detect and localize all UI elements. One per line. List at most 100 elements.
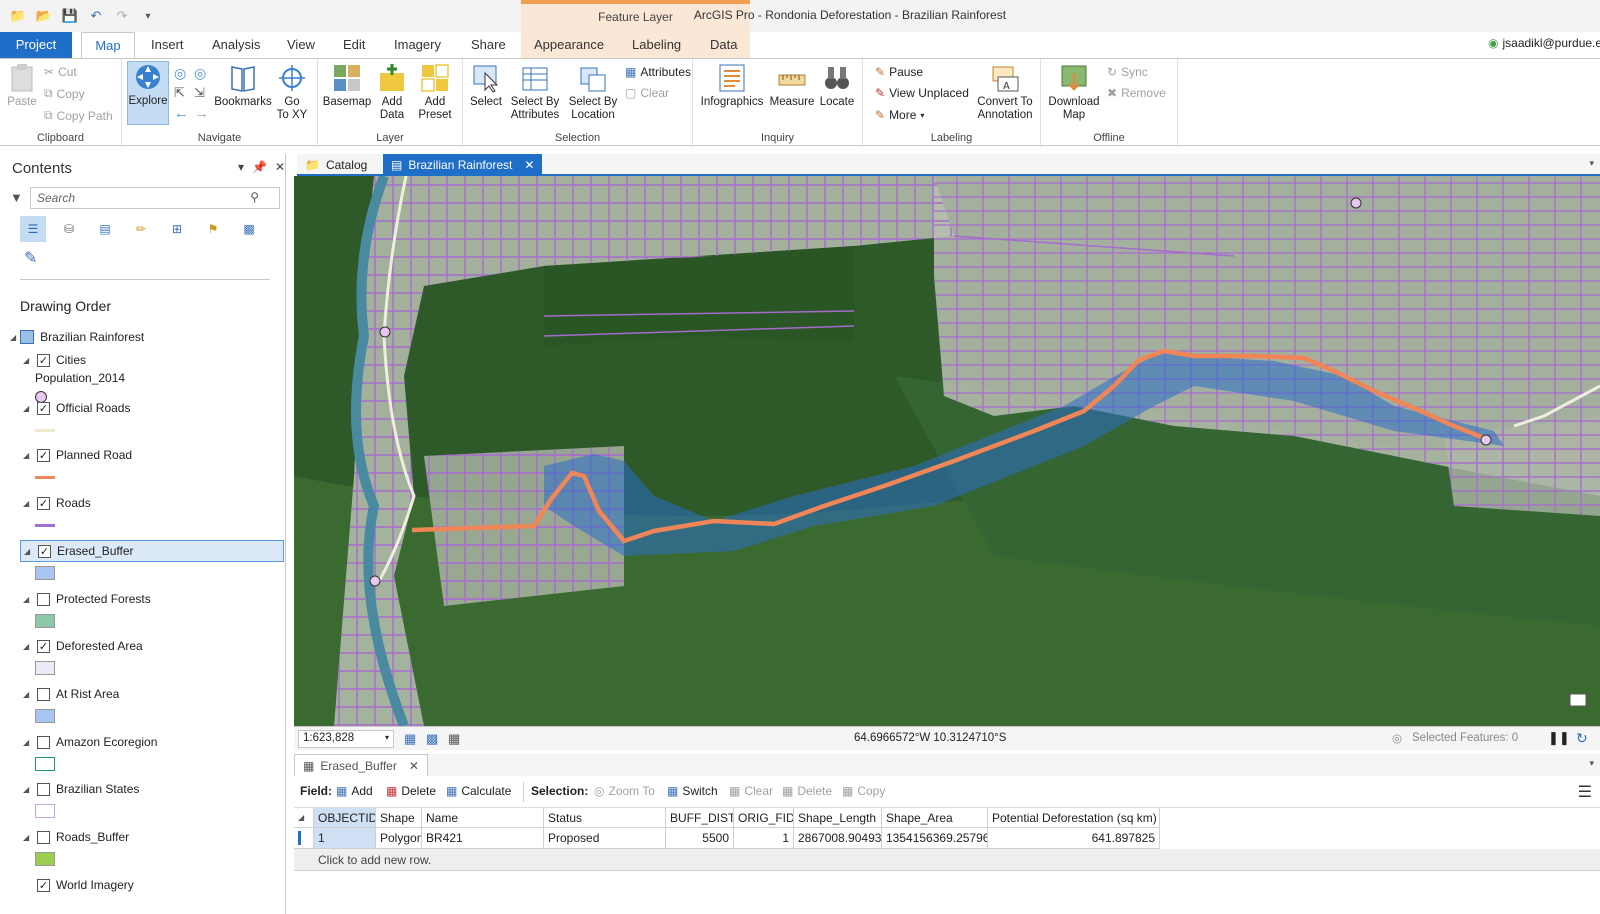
- layer-visibility-checkbox[interactable]: [37, 782, 50, 796]
- layer-row[interactable]: ◢ At Rist Area: [0, 683, 286, 705]
- tab-insert[interactable]: Insert: [141, 32, 194, 58]
- pin-icon[interactable]: 📌: [252, 160, 267, 174]
- layer-symbol[interactable]: [35, 429, 55, 432]
- filter-icon[interactable]: ▼: [10, 190, 23, 205]
- infographics-button[interactable]: Infographics: [699, 63, 765, 109]
- column-header-name[interactable]: Name: [422, 808, 544, 828]
- column-header-potential-deforestation[interactable]: Potential Deforestation (sq km): [988, 808, 1160, 828]
- table-cell[interactable]: 1354156369.257969: [882, 828, 988, 849]
- selection-view-icon[interactable]: ▤: [92, 216, 118, 242]
- grid-tool-icon[interactable]: ▦: [404, 731, 416, 747]
- layer-visibility-checkbox[interactable]: ✓: [38, 544, 51, 558]
- layer-visibility-checkbox[interactable]: ✓: [37, 401, 50, 415]
- layer-visibility-checkbox[interactable]: ✓: [37, 448, 50, 462]
- tab-labeling[interactable]: Labeling: [622, 32, 691, 58]
- undo-icon[interactable]: ↶: [86, 6, 106, 26]
- data-source-icon[interactable]: ⛁: [56, 216, 82, 242]
- tab-share[interactable]: Share: [461, 32, 516, 58]
- grid-tool-icon[interactable]: ▦: [448, 731, 460, 747]
- user-account[interactable]: ◉ jsaadikl@purdue.e: [1488, 36, 1600, 50]
- column-header-status[interactable]: Status: [544, 808, 666, 828]
- tab-imagery[interactable]: Imagery: [384, 32, 451, 58]
- layer-row[interactable]: ◢ ✓ Erased_Buffer: [20, 540, 284, 562]
- paste-button[interactable]: Paste: [4, 63, 40, 109]
- zoom-to-button[interactable]: ◎ Zoom To: [594, 784, 655, 798]
- tab-list-chevron-icon[interactable]: ▾: [1589, 158, 1594, 169]
- expand-triangle-icon[interactable]: ◢: [23, 499, 33, 508]
- customize-qat-icon[interactable]: ▾: [138, 6, 158, 26]
- expand-triangle-icon[interactable]: ◢: [24, 547, 34, 556]
- tab-project[interactable]: Project: [0, 32, 72, 58]
- drawing-order-icon[interactable]: ☰: [20, 216, 46, 242]
- add-new-row[interactable]: Click to add new row.: [294, 849, 1600, 871]
- convert-to-annotation-button[interactable]: A Convert To Annotation: [973, 63, 1037, 122]
- remove-button[interactable]: ✖ Remove: [1107, 86, 1166, 100]
- tab-appearance[interactable]: Appearance: [524, 32, 614, 58]
- contents-search-input[interactable]: Search ⚲: [30, 187, 280, 209]
- column-header-shape-area[interactable]: Shape_Area: [882, 808, 988, 828]
- expand-triangle-icon[interactable]: ◢: [23, 356, 33, 365]
- tab-list-chevron-icon[interactable]: ▾: [1589, 758, 1594, 769]
- download-map-button[interactable]: Download Map: [1045, 63, 1103, 122]
- switch-selection-button[interactable]: ▦ Switch: [667, 784, 718, 798]
- layer-row[interactable]: ◢ Brazilian States: [0, 778, 286, 800]
- delete-selection-button[interactable]: ▦ Delete: [782, 784, 832, 798]
- layer-row[interactable]: ◢ Protected Forests: [0, 588, 286, 610]
- expand-triangle-icon[interactable]: ◢: [23, 404, 33, 413]
- expand-triangle-icon[interactable]: ◢: [23, 595, 33, 604]
- table-cell[interactable]: BR421: [422, 828, 544, 849]
- layer-visibility-checkbox[interactable]: ✓: [37, 639, 50, 653]
- expand-triangle-icon[interactable]: ◢: [23, 738, 33, 747]
- select-all-corner[interactable]: ◢: [294, 808, 314, 828]
- layer-visibility-checkbox[interactable]: ✓: [37, 496, 50, 510]
- tab-erased-buffer-table[interactable]: ▦ Erased_Buffer ✕: [294, 754, 428, 776]
- bookmarks-button[interactable]: Bookmarks: [214, 63, 272, 109]
- expand-triangle-icon[interactable]: ◢: [23, 785, 33, 794]
- layer-symbol[interactable]: [35, 757, 55, 771]
- layer-visibility-checkbox[interactable]: [37, 735, 50, 749]
- layer-row[interactable]: ◢ ✓ Cities: [0, 349, 286, 371]
- table-cell[interactable]: 1: [734, 828, 794, 849]
- measure-button[interactable]: Measure: [767, 63, 817, 109]
- tab-brazilian-rainforest[interactable]: ▤ Brazilian Rainforest ✕: [383, 154, 543, 176]
- labeling-view-icon[interactable]: ⚑: [200, 216, 226, 242]
- perspective-imagery-icon[interactable]: ✎: [24, 248, 46, 270]
- search-icon[interactable]: ⚲: [250, 190, 259, 204]
- table-cell[interactable]: 1: [314, 828, 376, 849]
- editing-view-icon[interactable]: ✏: [128, 216, 154, 242]
- fixed-zoom-icon[interactable]: ◎: [194, 65, 206, 82]
- layer-symbol[interactable]: [35, 614, 55, 628]
- table-cell[interactable]: 5500: [666, 828, 734, 849]
- close-tab-icon[interactable]: ✕: [524, 154, 534, 176]
- expand-triangle-icon[interactable]: ◢: [23, 451, 33, 460]
- refresh-icon[interactable]: ↻: [1576, 730, 1588, 747]
- cut-button[interactable]: ✂ Cut: [44, 65, 77, 79]
- map-node[interactable]: ◢ Brazilian Rainforest: [0, 326, 286, 348]
- pane-menu-icon[interactable]: ▾: [238, 160, 244, 174]
- clear-selection-table-button[interactable]: ▦ Clear: [729, 784, 773, 798]
- more-labeling-button[interactable]: ✎ More ▾: [875, 108, 924, 122]
- delete-field-button[interactable]: ▦ Delete: [386, 784, 436, 798]
- layer-visibility-checkbox[interactable]: ✓: [37, 878, 50, 892]
- layer-visibility-checkbox[interactable]: [37, 592, 50, 606]
- tab-data[interactable]: Data: [700, 32, 747, 58]
- new-project-icon[interactable]: 📁: [8, 6, 28, 26]
- city-point[interactable]: [369, 575, 381, 587]
- table-cell[interactable]: 641.897825: [988, 828, 1160, 849]
- close-icon[interactable]: ✕: [275, 160, 285, 174]
- layer-symbol[interactable]: [35, 804, 55, 818]
- map-canvas[interactable]: [294, 176, 1600, 726]
- layer-symbol[interactable]: [35, 709, 55, 723]
- city-point[interactable]: [1480, 434, 1492, 446]
- tab-catalog[interactable]: 📁 Catalog: [297, 154, 375, 176]
- column-header-shape[interactable]: Shape: [376, 808, 422, 828]
- layer-row[interactable]: ◢ ✓ Roads: [0, 492, 286, 514]
- add-data-button[interactable]: Add Data: [372, 63, 412, 122]
- layer-symbol[interactable]: [35, 852, 55, 866]
- expand-triangle-icon[interactable]: ◢: [23, 833, 33, 842]
- layer-symbol[interactable]: [35, 476, 55, 479]
- layer-row[interactable]: ◢ ✓ Planned Road: [0, 444, 286, 466]
- tab-map[interactable]: Map: [81, 32, 135, 58]
- layer-symbol[interactable]: [35, 524, 55, 527]
- zoom-out-fixed-icon[interactable]: ⇲: [194, 85, 205, 101]
